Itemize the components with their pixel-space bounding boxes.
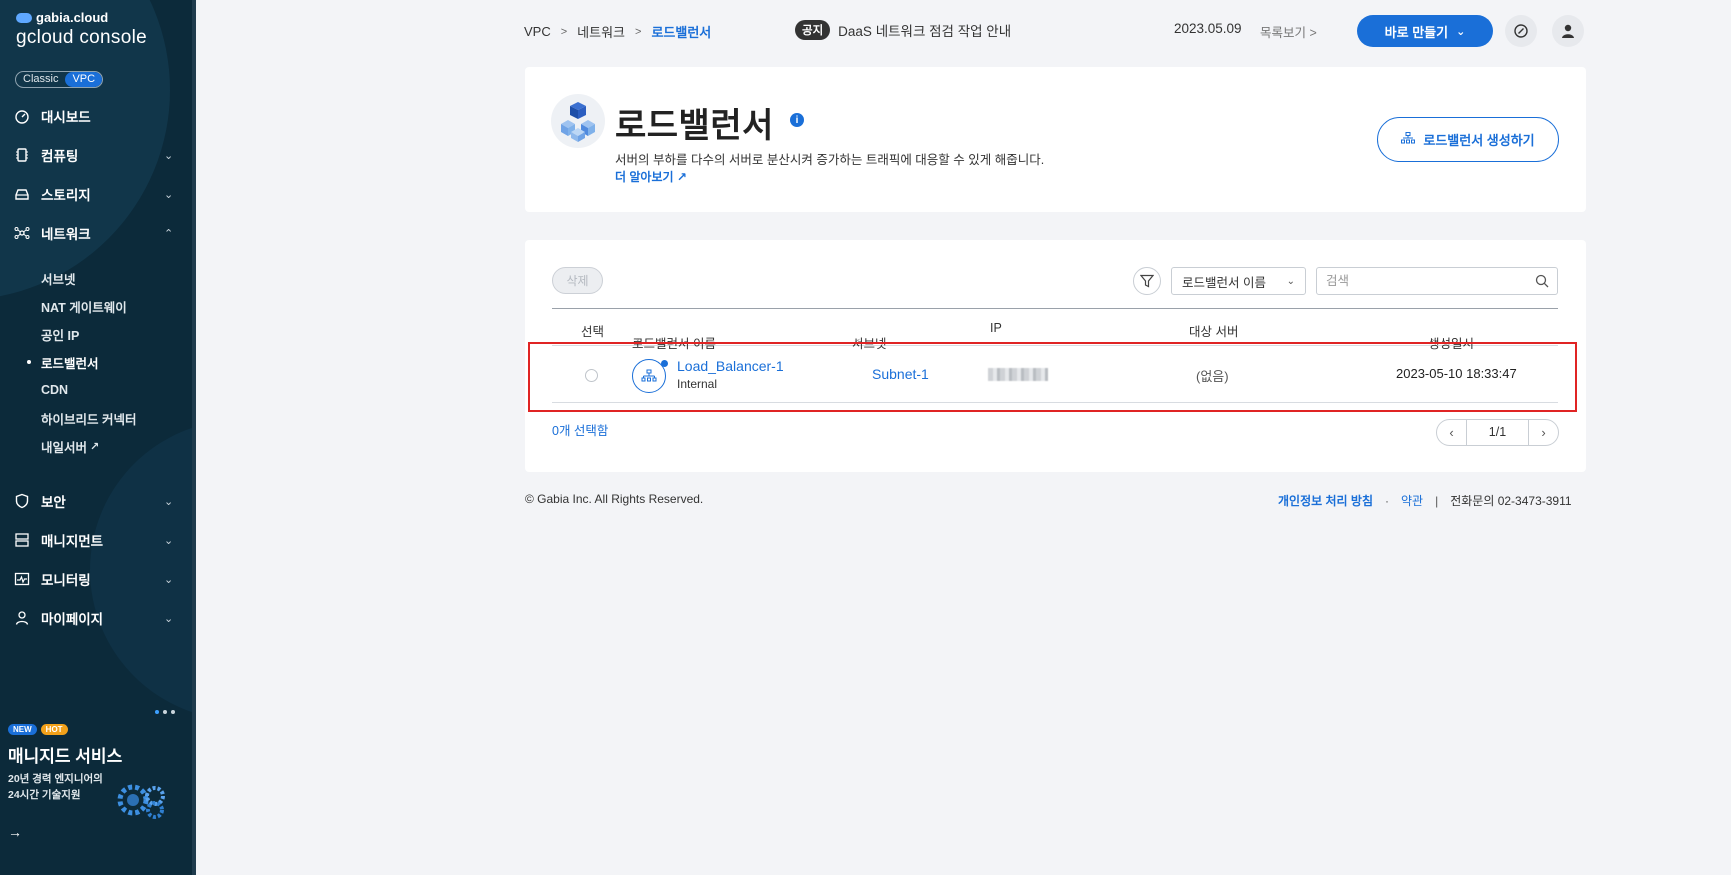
info-icon[interactable]: i — [790, 113, 804, 127]
sidebar-divider — [192, 0, 196, 875]
col-target: 대상 서버 — [1189, 325, 1239, 339]
chevron-down-icon: ⌄ — [1456, 25, 1466, 38]
terms-link[interactable]: 약관 — [1401, 492, 1423, 509]
server-rack-icon — [13, 532, 31, 548]
mode-vpc[interactable]: VPC — [65, 72, 103, 87]
pagination: ‹ 1/1 › — [1436, 419, 1559, 446]
arrow-right-icon[interactable]: → — [8, 824, 22, 840]
sidebar-subitem-public-ip[interactable]: 공인 IP — [0, 324, 192, 344]
create-load-balancer-button[interactable]: 로드밸런서 생성하기 — [1377, 117, 1559, 162]
sidebar-item-storage[interactable]: 스토리지 ⌄ — [0, 183, 192, 205]
footer-bar: | — [1435, 493, 1439, 508]
sidebar: gabia.cloud gcloud console Classic VPC 대… — [0, 0, 192, 875]
chevron-down-icon: ⌄ — [164, 149, 174, 162]
col-ip: IP — [990, 321, 1002, 335]
notice-text[interactable]: DaaS 네트워크 점검 작업 안내 — [838, 20, 1011, 40]
sidebar-item-dashboard[interactable]: 대시보드 — [0, 105, 192, 127]
sidebar-item-security[interactable]: 보안 ⌄ — [0, 490, 192, 512]
footer-dot: · — [1385, 493, 1389, 508]
load-balancer-cubes-icon — [551, 94, 605, 148]
mode-toggle[interactable]: Classic VPC — [15, 71, 104, 88]
chevron-down-icon: ⌄ — [164, 534, 174, 547]
load-balancer-icon — [1401, 132, 1416, 147]
chip-icon — [13, 147, 31, 163]
search-box[interactable] — [1316, 267, 1558, 295]
notice[interactable]: 공지 DaaS 네트워크 점검 작업 안내 — [795, 20, 1011, 40]
chevron-down-icon: ⌄ — [164, 573, 174, 586]
user-icon — [13, 610, 31, 626]
network-icon — [13, 225, 31, 241]
sidebar-subitem-naeil-server[interactable]: 내일서버 ↗ — [0, 436, 192, 456]
chevron-down-icon: ⌄ — [164, 188, 174, 201]
search-icon[interactable] — [1535, 274, 1549, 291]
prev-page-button[interactable]: ‹ — [1437, 420, 1466, 445]
notice-list-link[interactable]: 목록보기 > — [1260, 22, 1317, 41]
sidebar-subitem-hybrid-connector[interactable]: 하이브리드 커넥터 — [0, 408, 192, 428]
sidebar-subitem-cdn[interactable]: CDN — [0, 380, 192, 400]
table-header: 선택 로드밸런서 이름 ⌄ 서브넷 ⌄ IP 대상 서버 생성일시 ⌄ — [552, 308, 1558, 351]
page-indicator: 1/1 — [1466, 420, 1529, 445]
page-description: 서버의 부하를 다수의 서버로 분산시켜 증가하는 트래픽에 대응할 수 있게 … — [615, 153, 1045, 167]
breadcrumb-current: 로드밸런서 — [651, 25, 712, 40]
shield-icon — [13, 493, 31, 509]
next-page-button[interactable]: › — [1529, 420, 1558, 445]
chat-icon[interactable] — [1505, 15, 1537, 47]
notice-date: 2023.05.09 — [1174, 21, 1242, 36]
chevron-down-icon: ⌄ — [164, 612, 174, 625]
carousel-dots[interactable] — [155, 710, 175, 714]
highlight-box — [528, 342, 1577, 412]
chevron-down-icon: ⌄ — [1286, 276, 1295, 287]
notice-tag: 공지 — [795, 20, 831, 40]
external-link-icon: ↗ — [673, 170, 687, 184]
chevron-right-icon: > — [635, 25, 642, 38]
chevron-up-icon: ⌃ — [164, 227, 174, 240]
badge-new: NEW — [8, 724, 37, 735]
page-header-card: 로드밸런서 i 서버의 부하를 다수의 서버로 분산시켜 증가하는 트래픽에 대… — [525, 67, 1586, 212]
learn-more-link[interactable]: 더 알아보기 ↗ — [615, 168, 687, 185]
brand-logo: gabia.cloud — [16, 10, 147, 25]
promo-title: 매니지드 서비스 — [8, 747, 123, 766]
storage-icon — [13, 186, 31, 202]
monitor-icon — [13, 571, 31, 587]
sidebar-subitem-load-balancer[interactable]: 로드밸런서 — [0, 352, 192, 372]
filter-icon[interactable] — [1133, 267, 1161, 295]
copyright: © Gabia Inc. All Rights Reserved. — [525, 492, 704, 506]
sidebar-item-computing[interactable]: 컴퓨팅 ⌄ — [0, 144, 192, 166]
console-title: gcloud console — [16, 27, 147, 48]
external-link-icon: ↗ — [90, 440, 100, 453]
sidebar-subitem-nat-gateway[interactable]: NAT 게이트웨이 — [0, 296, 192, 316]
user-account-icon[interactable] — [1552, 15, 1584, 47]
phone-contact: 전화문의 02-3473-3911 — [1450, 494, 1572, 508]
col-select: 선택 — [581, 325, 605, 339]
badge-hot: HOT — [40, 724, 68, 735]
sidebar-item-management[interactable]: 매니지먼트 ⌄ — [0, 529, 192, 551]
page-title: 로드밸런서 — [615, 107, 774, 145]
sidebar-item-monitoring[interactable]: 모니터링 ⌄ — [0, 568, 192, 590]
delete-button[interactable]: 삭제 — [552, 267, 603, 294]
chevron-down-icon: ⌄ — [164, 495, 174, 508]
logo[interactable]: gabia.cloud gcloud console — [16, 10, 147, 49]
quick-create-button[interactable]: 바로 만들기 ⌄ — [1357, 15, 1493, 47]
search-input[interactable] — [1326, 274, 1526, 288]
search-field-select[interactable]: 로드밸런서 이름 ⌄ — [1171, 267, 1306, 295]
breadcrumb: VPC > 네트워크 > 로드밸런서 — [524, 22, 711, 41]
sidebar-item-mypage[interactable]: 마이페이지 ⌄ — [0, 607, 192, 629]
chevron-right-icon: > — [560, 25, 568, 38]
privacy-policy-link[interactable]: 개인정보 처리 방침 — [1278, 492, 1373, 509]
breadcrumb-network[interactable]: 네트워크 — [577, 22, 625, 41]
sidebar-subitem-subnet[interactable]: 서브넷 — [0, 268, 192, 288]
cloud-icon — [16, 12, 32, 23]
gears-icon — [115, 780, 171, 823]
breadcrumb-vpc[interactable]: VPC — [524, 24, 551, 39]
sidebar-item-network[interactable]: 네트워크 ⌃ — [0, 222, 192, 244]
promo-desc: 20년 경력 엔지니어의 24시간 기술지원 — [8, 773, 103, 801]
footer-links: 개인정보 처리 방침 · 약관 | 전화문의 02-3473-3911 — [1278, 492, 1572, 509]
dashboard-icon — [13, 108, 31, 124]
selected-count: 0개 선택함 — [552, 424, 609, 438]
mode-classic[interactable]: Classic — [16, 72, 65, 87]
